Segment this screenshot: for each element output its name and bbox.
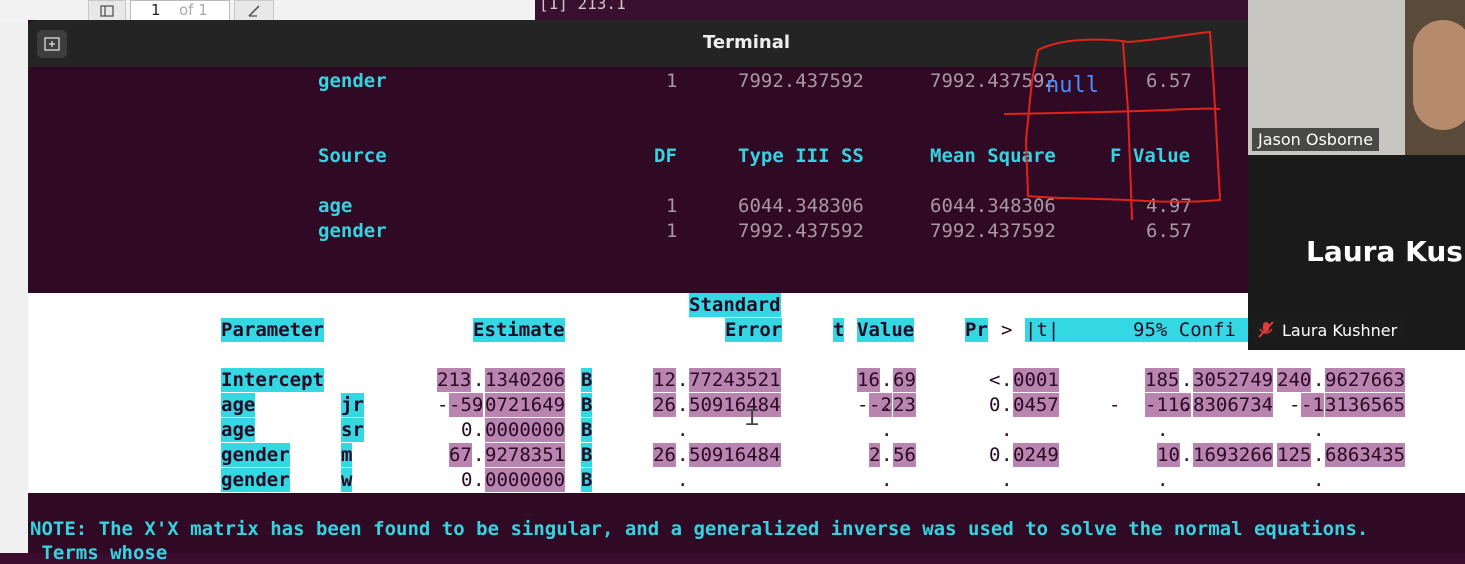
annotation-text: null <box>1046 73 1099 98</box>
page-current: 1 <box>151 1 161 19</box>
pencil-icon <box>248 5 260 17</box>
sidebar-toggle-button[interactable] <box>88 0 126 22</box>
participant-name: Laura Kushner <box>1252 319 1404 342</box>
background-r-console: [1] 213.1 <box>535 0 1248 22</box>
background-app-sidebar <box>0 0 28 553</box>
annotate-button[interactable] <box>234 0 274 22</box>
participant-display-name: Laura Kush <box>1306 235 1465 268</box>
participant-video-laura[interactable]: Laura Kush Laura Kushner <box>1248 155 1465 350</box>
page-number-field[interactable]: 1 of 1 <box>130 0 230 21</box>
muted-mic-icon <box>1258 321 1274 343</box>
sidebar-icon <box>100 5 114 17</box>
participant-name: Jason Osborne <box>1252 128 1380 151</box>
participant-avatar <box>1413 20 1465 130</box>
page-of: of 1 <box>179 1 208 19</box>
r-output: [1] 213.1 <box>539 0 626 13</box>
participant-video-jason[interactable]: Jason Osborne <box>1248 0 1465 155</box>
